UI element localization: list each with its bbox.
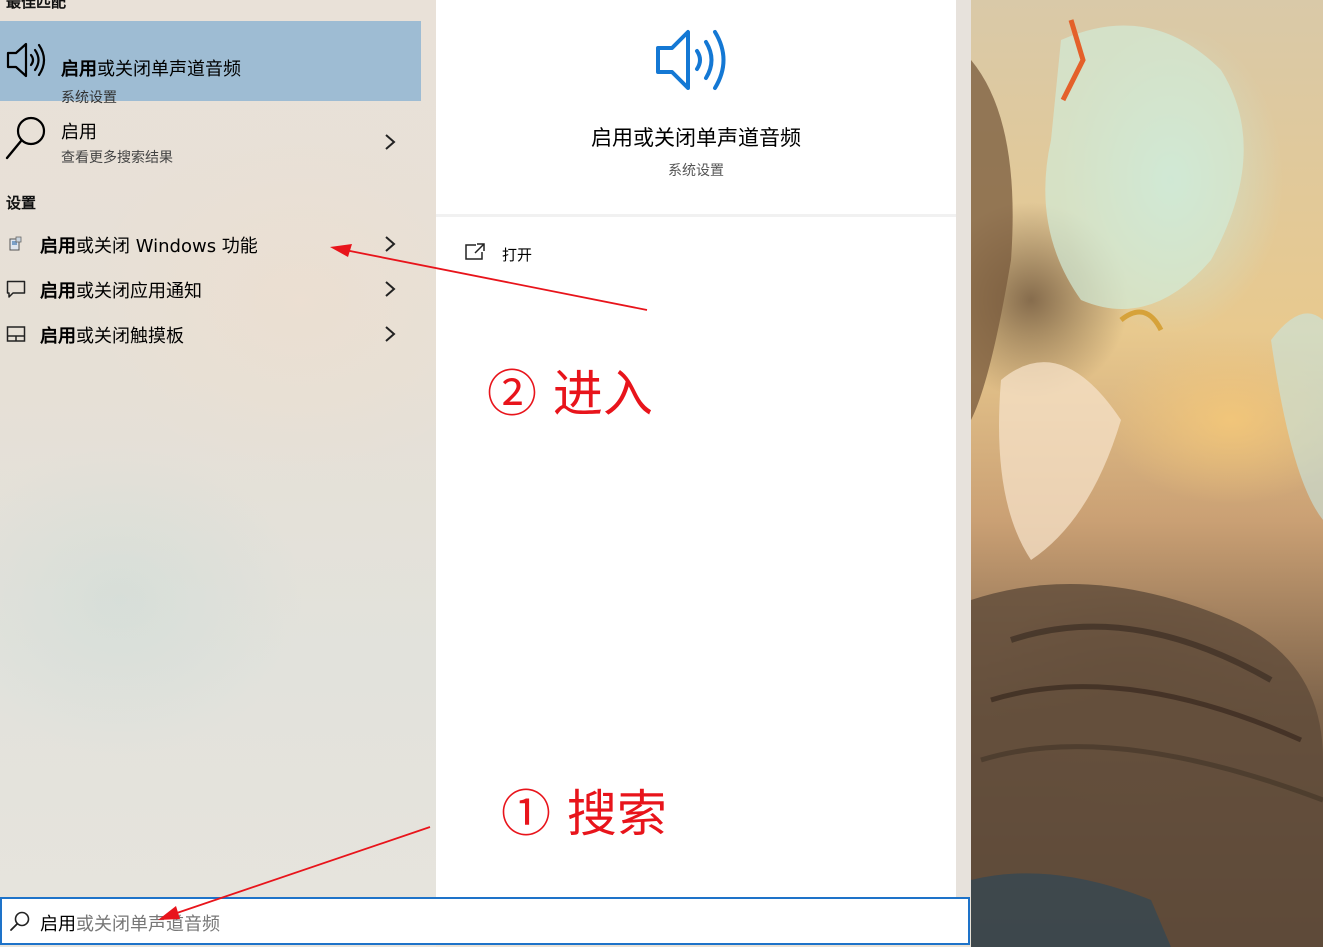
best-match-item[interactable]: 启用或关闭单声道音频 系统设置 bbox=[0, 21, 421, 106]
settings-heading: 设置 bbox=[6, 194, 37, 212]
detail-divider bbox=[436, 214, 956, 217]
detail-subtitle: 系统设置 bbox=[668, 163, 724, 179]
web-search-title: 启用 bbox=[61, 122, 97, 143]
setting-item-windows-features[interactable]: 启用或关闭 Windows 功能 bbox=[0, 223, 421, 265]
best-match-title-rest: 或关闭单声道音频 bbox=[97, 59, 241, 80]
annotation-step-enter: ② 进入 bbox=[487, 365, 653, 423]
search-icon bbox=[10, 911, 30, 931]
best-match-heading: 最佳匹配 bbox=[6, 0, 67, 11]
windows-features-icon bbox=[9, 236, 22, 251]
result-detail-pane: 启用或关闭单声道音频 系统设置 打开 bbox=[436, 0, 956, 897]
setting-item-app-notifications[interactable]: 启用或关闭应用通知 bbox=[0, 268, 421, 310]
open-button[interactable]: 打开 bbox=[464, 240, 614, 268]
search-suggestion-text: 或关闭单声道音频 bbox=[76, 914, 220, 935]
open-external-icon bbox=[465, 243, 485, 260]
pane-gap bbox=[956, 0, 971, 897]
web-search-subtitle: 查看更多搜索结果 bbox=[61, 150, 173, 166]
annotation-step-search: ① 搜索 bbox=[501, 785, 667, 843]
notification-icon bbox=[6, 280, 26, 298]
setting-item-touchpad[interactable]: 启用或关闭触摸板 bbox=[0, 313, 421, 355]
best-match-title-bold: 启用 bbox=[61, 59, 97, 80]
setting-item-label: 启用或关闭触摸板 bbox=[40, 326, 184, 347]
desktop-wallpaper bbox=[971, 0, 1323, 947]
speaker-icon bbox=[656, 30, 726, 90]
search-box[interactable]: 启用或关闭单声道音频 bbox=[0, 897, 970, 945]
search-input[interactable]: 启用或关闭单声道音频 bbox=[40, 910, 220, 936]
search-icon bbox=[5, 116, 46, 160]
setting-item-label: 启用或关闭 Windows 功能 bbox=[40, 236, 258, 257]
detail-title: 启用或关闭单声道音频 bbox=[591, 126, 801, 150]
open-label: 打开 bbox=[502, 246, 533, 264]
best-match-title: 启用或关闭单声道音频 bbox=[61, 55, 241, 81]
search-typed-text: 启用 bbox=[40, 914, 76, 935]
web-search-item[interactable]: 启用 查看更多搜索结果 bbox=[0, 104, 421, 182]
speaker-icon bbox=[6, 42, 46, 78]
chevron-right-icon[interactable] bbox=[384, 280, 396, 298]
setting-item-label: 启用或关闭应用通知 bbox=[40, 281, 202, 302]
chevron-right-icon[interactable] bbox=[384, 133, 396, 151]
chevron-right-icon[interactable] bbox=[384, 325, 396, 343]
chevron-right-icon[interactable] bbox=[384, 235, 396, 253]
touchpad-icon bbox=[6, 326, 26, 342]
search-results-pane: 最佳匹配 启用或关闭单声道音频 系统设置 启用 查看更多搜索结果 设置 启用或关… bbox=[0, 0, 436, 947]
wallpaper-illustration bbox=[971, 19, 1323, 947]
